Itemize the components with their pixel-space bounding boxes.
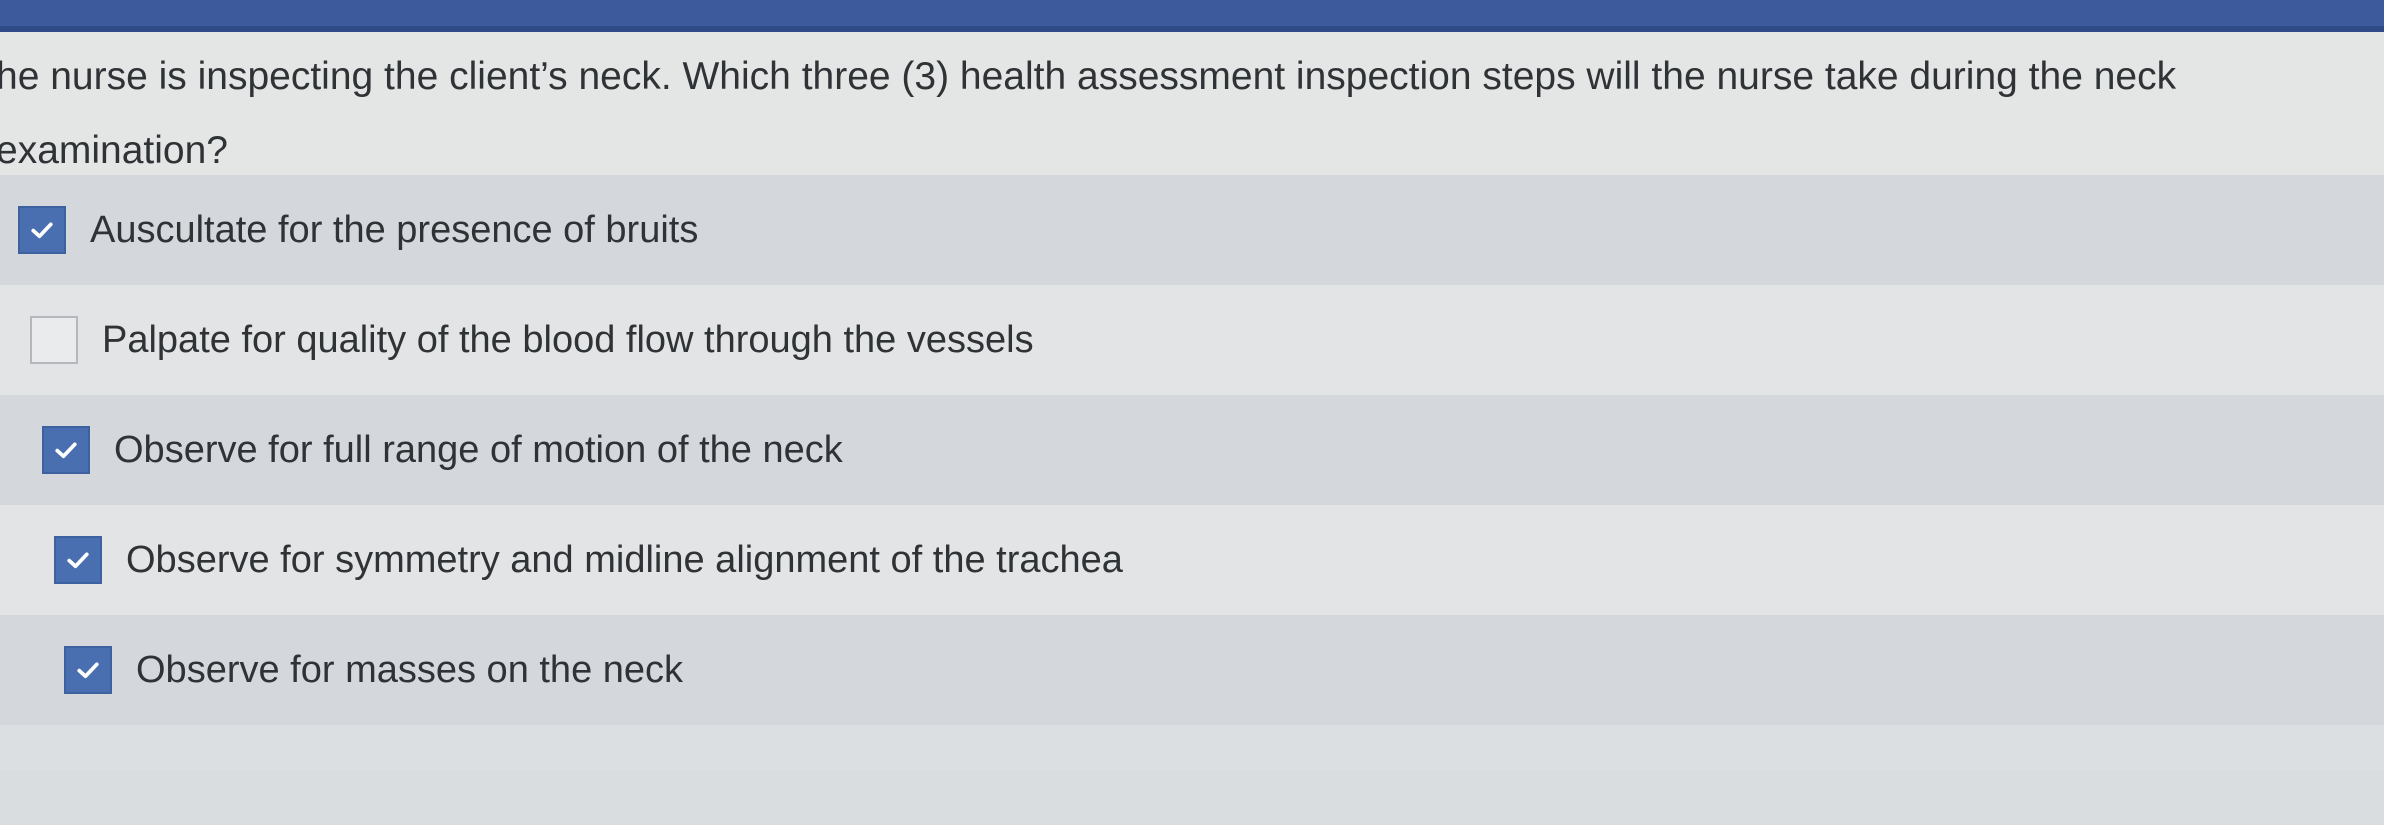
checkbox-checked-icon[interactable] <box>18 206 66 254</box>
question-text: he nurse is inspecting the client’s neck… <box>0 55 2177 172</box>
option-trachea-alignment[interactable]: Observe for symmetry and midline alignme… <box>0 505 2384 615</box>
page-footer-area <box>0 770 2384 825</box>
option-label: Palpate for quality of the blood flow th… <box>102 318 1034 361</box>
option-label: Observe for full range of motion of the … <box>114 428 843 471</box>
option-range-of-motion[interactable]: Observe for full range of motion of the … <box>0 395 2384 505</box>
option-neck-masses[interactable]: Observe for masses on the neck <box>0 615 2384 725</box>
checkbox-checked-icon[interactable] <box>54 536 102 584</box>
option-palpate-blood-flow[interactable]: Palpate for quality of the blood flow th… <box>0 285 2384 395</box>
option-label: Observe for symmetry and midline alignme… <box>126 538 1123 581</box>
option-label: Auscultate for the presence of bruits <box>90 208 699 251</box>
checkbox-checked-icon[interactable] <box>64 646 112 694</box>
option-auscultate-bruits[interactable]: Auscultate for the presence of bruits <box>0 175 2384 285</box>
checkbox-unchecked-icon[interactable] <box>30 316 78 364</box>
option-label: Observe for masses on the neck <box>136 648 684 691</box>
checkbox-checked-icon[interactable] <box>42 426 90 474</box>
